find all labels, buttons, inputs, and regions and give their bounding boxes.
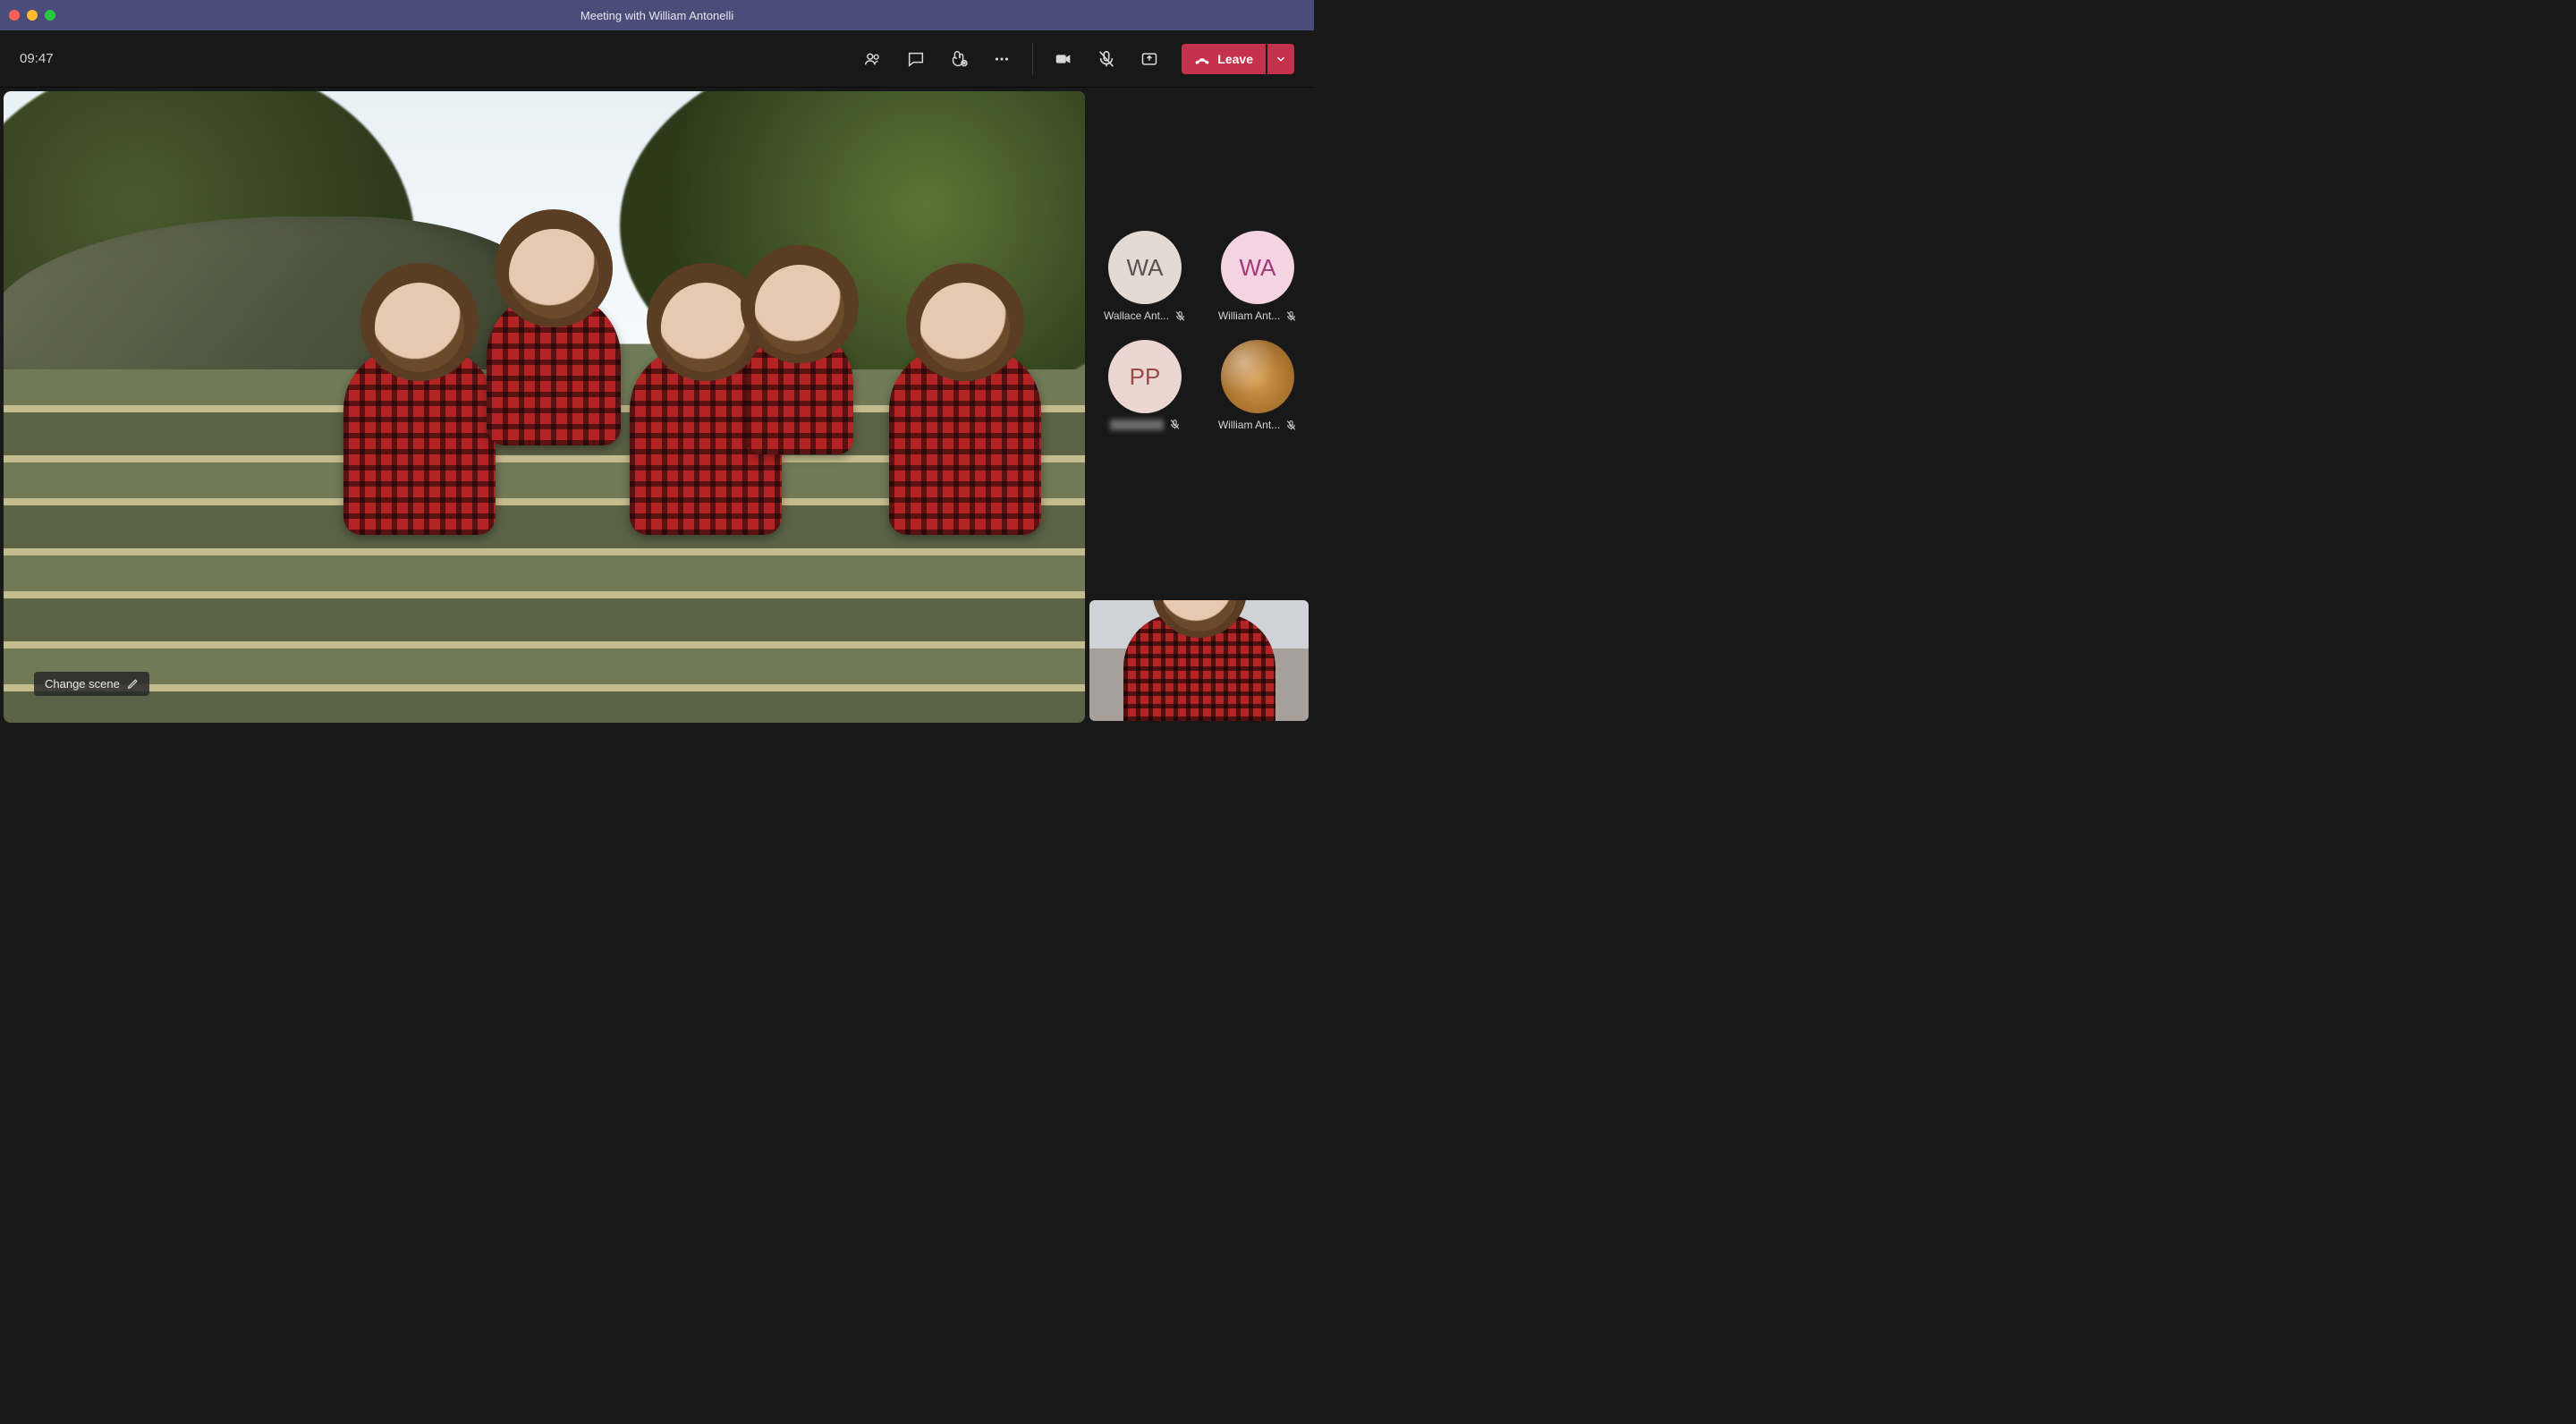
chevron-down-icon — [1275, 53, 1287, 65]
participant-tile[interactable]: PP — [1097, 340, 1192, 431]
leave-button-label: Leave — [1217, 52, 1253, 66]
minimize-window-button[interactable] — [27, 10, 38, 21]
participant-label-row — [1110, 419, 1181, 430]
participant-name: William Ant... — [1218, 309, 1280, 322]
window-controls — [9, 10, 55, 21]
share-icon — [1140, 50, 1158, 68]
more-icon — [992, 49, 1012, 69]
main-stage: Change scene — [4, 91, 1085, 723]
more-actions-button[interactable] — [980, 41, 1023, 77]
app-window: Meeting with William Antonelli 09:47 — [0, 0, 1314, 726]
share-button[interactable] — [1128, 41, 1171, 77]
change-scene-label: Change scene — [45, 677, 120, 691]
content-area: Change scene WA Wallace Ant... — [0, 88, 1314, 726]
avatar: WA — [1221, 231, 1294, 304]
leave-dropdown-button[interactable] — [1267, 44, 1294, 74]
participant-tile[interactable]: William Ant... — [1210, 340, 1305, 431]
participant-label-row: Wallace Ant... — [1104, 309, 1186, 322]
window-title: Meeting with William Antonelli — [580, 9, 733, 22]
avatar: PP — [1108, 340, 1182, 413]
mic-muted-icon — [1169, 419, 1181, 430]
participant-name: Wallace Ant... — [1104, 309, 1169, 322]
mic-muted-icon — [1097, 49, 1116, 69]
edit-icon — [127, 678, 139, 690]
reactions-icon — [949, 49, 969, 69]
participants-sidebar: WA Wallace Ant... WA William Ant... — [1089, 88, 1314, 726]
scene-participant — [343, 347, 496, 535]
hangup-icon — [1194, 51, 1210, 67]
chat-icon — [906, 49, 926, 69]
scene-participant — [487, 293, 621, 445]
scene-participant — [889, 347, 1041, 535]
participant-name — [1110, 420, 1164, 430]
leave-button[interactable]: Leave — [1182, 44, 1266, 74]
chat-button[interactable] — [894, 41, 937, 77]
participant-label-row: William Ant... — [1218, 309, 1297, 322]
toolbar-right-group: Leave — [852, 41, 1294, 77]
camera-toggle-button[interactable] — [1042, 41, 1085, 77]
reactions-button[interactable] — [937, 41, 980, 77]
toolbar-separator — [1032, 43, 1033, 75]
mic-muted-icon — [1285, 310, 1297, 322]
meeting-toolbar: 09:47 — [0, 30, 1314, 88]
mic-muted-icon — [1285, 420, 1297, 431]
mic-toggle-button[interactable] — [1085, 41, 1128, 77]
change-scene-button[interactable]: Change scene — [34, 672, 149, 696]
mic-muted-icon — [1174, 310, 1186, 322]
camera-icon — [1054, 49, 1073, 69]
titlebar: Meeting with William Antonelli — [0, 0, 1314, 30]
avatar: WA — [1108, 231, 1182, 304]
people-button[interactable] — [852, 41, 894, 77]
avatar — [1221, 340, 1294, 413]
together-mode-scene: Change scene — [4, 91, 1085, 723]
participants-grid: WA Wallace Ant... WA William Ant... — [1089, 231, 1314, 431]
participant-name: William Ant... — [1218, 419, 1280, 431]
participant-tile[interactable]: WA Wallace Ant... — [1097, 231, 1192, 322]
participant-label-row: William Ant... — [1218, 419, 1297, 431]
avatar-initials: WA — [1240, 254, 1276, 282]
participant-tile[interactable]: WA William Ant... — [1210, 231, 1305, 322]
scene-participant — [746, 329, 853, 454]
self-view-video — [1123, 614, 1275, 721]
avatar-initials: PP — [1130, 363, 1161, 391]
maximize-window-button[interactable] — [45, 10, 55, 21]
meeting-timer: 09:47 — [20, 51, 54, 66]
close-window-button[interactable] — [9, 10, 20, 21]
self-view[interactable] — [1089, 600, 1309, 721]
avatar-initials: WA — [1127, 254, 1164, 282]
people-icon — [863, 49, 883, 69]
